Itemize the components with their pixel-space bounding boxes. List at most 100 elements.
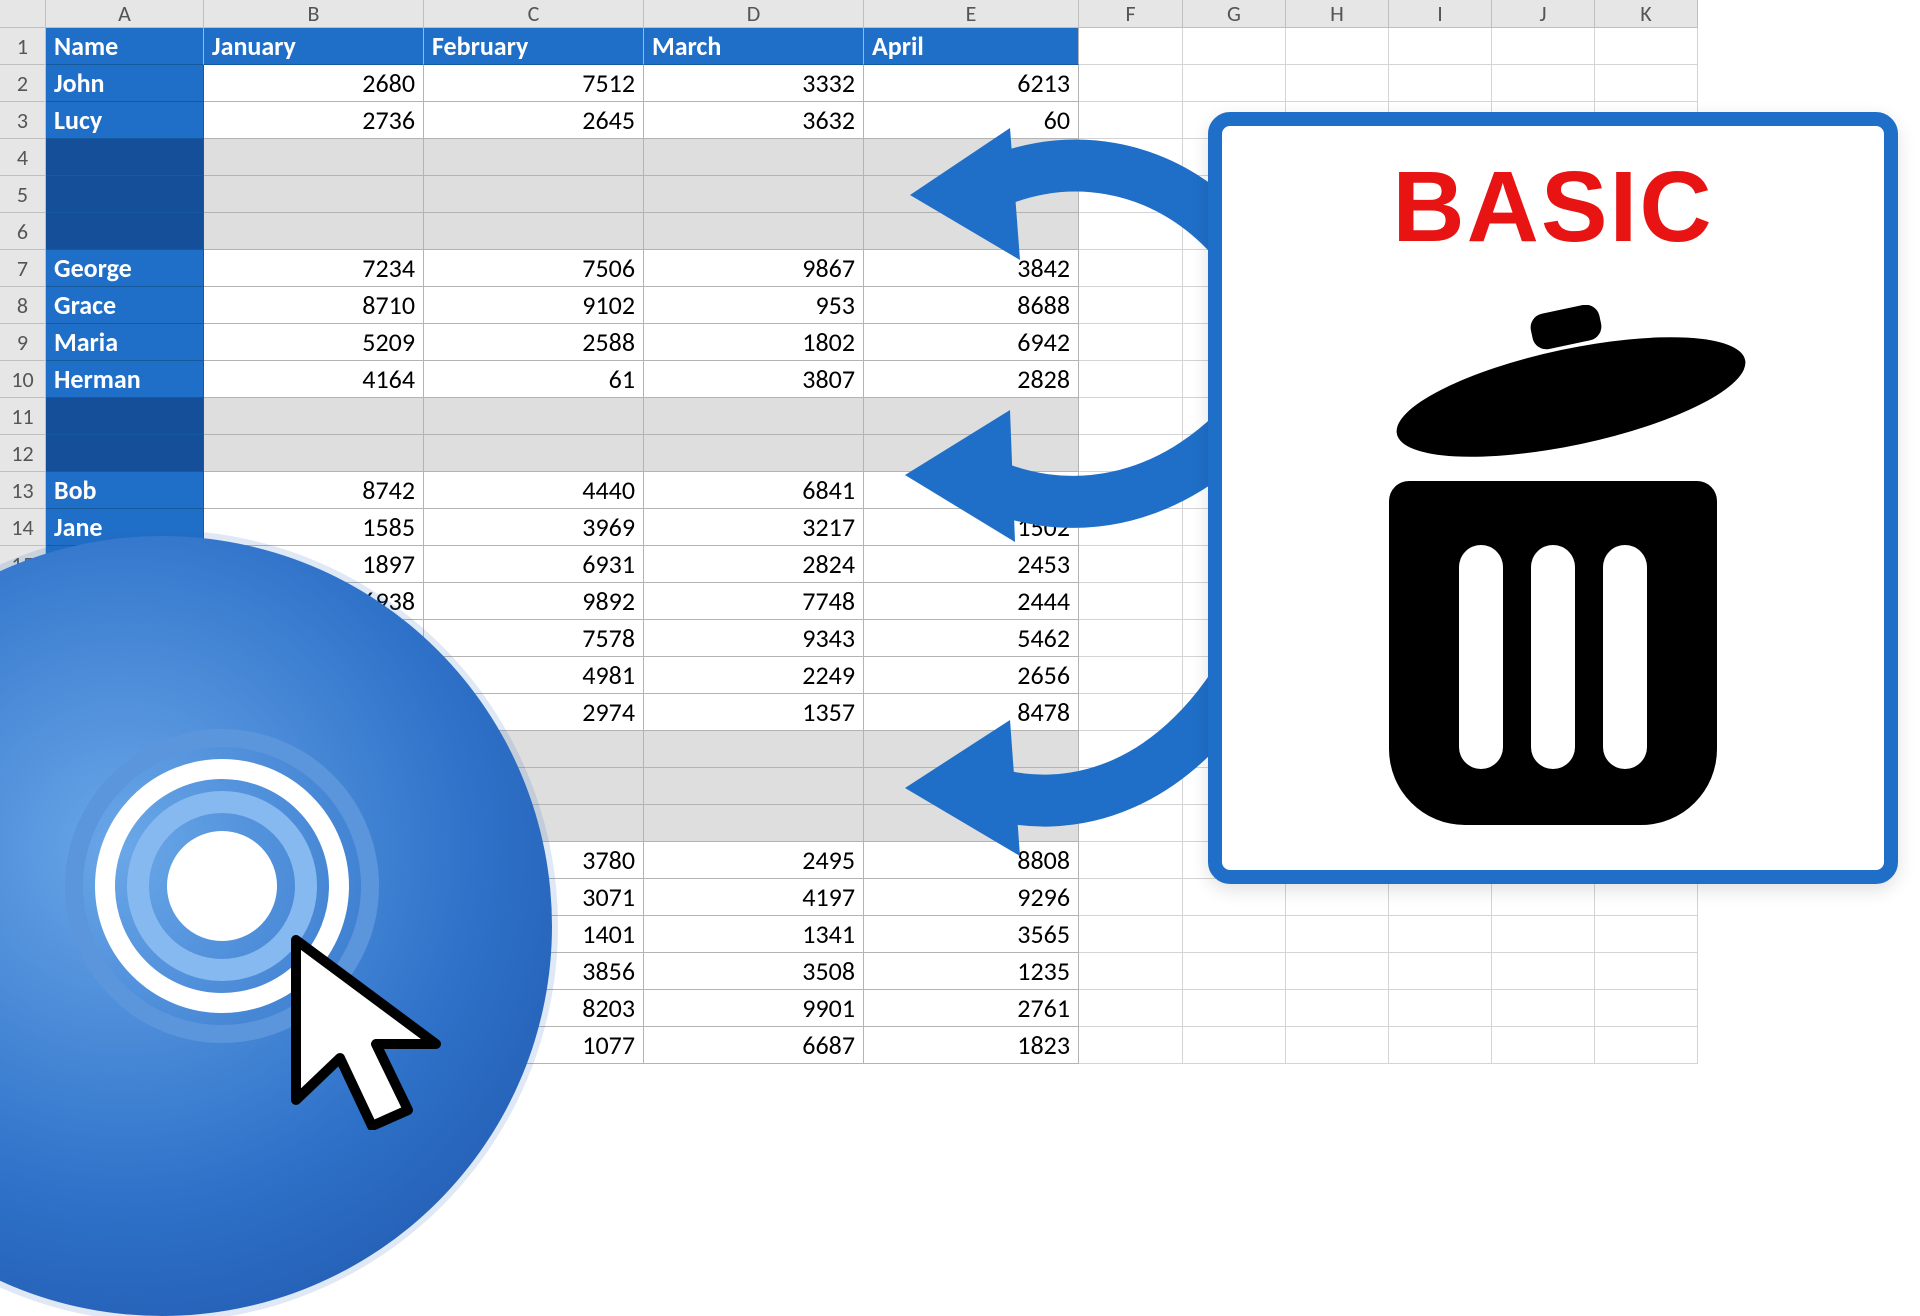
data-cell[interactable]: 1502	[864, 509, 1079, 546]
column-header-J[interactable]: J	[1492, 0, 1595, 28]
empty-cell[interactable]	[424, 176, 644, 213]
empty-grid-cell[interactable]	[1595, 1027, 1698, 1064]
data-cell[interactable]: 9102	[424, 287, 644, 324]
empty-grid-cell[interactable]	[1286, 1027, 1389, 1064]
data-cell[interactable]: 6931	[424, 546, 644, 583]
data-cell[interactable]: 2824	[644, 546, 864, 583]
data-cell[interactable]: 6942	[864, 324, 1079, 361]
data-cell[interactable]: 2680	[204, 65, 424, 102]
empty-grid-cell[interactable]	[1079, 916, 1183, 953]
empty-grid-cell[interactable]	[1183, 1027, 1286, 1064]
data-cell[interactable]: 1802	[644, 324, 864, 361]
data-cell[interactable]: 2761	[864, 990, 1079, 1027]
data-cell[interactable]: 3632	[644, 102, 864, 139]
column-header-D[interactable]: D	[644, 0, 864, 28]
empty-grid-cell[interactable]	[1079, 805, 1183, 842]
empty-grid-cell[interactable]	[1286, 953, 1389, 990]
empty-grid-cell[interactable]	[1286, 28, 1389, 65]
empty-grid-cell[interactable]	[1079, 472, 1183, 509]
empty-cell[interactable]	[204, 398, 424, 435]
data-cell[interactable]: 8808	[864, 842, 1079, 879]
column-header-G[interactable]: G	[1183, 0, 1286, 28]
header-cell[interactable]: April	[864, 28, 1079, 65]
empty-grid-cell[interactable]	[1079, 65, 1183, 102]
empty-grid-cell[interactable]	[1079, 250, 1183, 287]
name-cell[interactable]: Lucy	[46, 102, 204, 139]
empty-grid-cell[interactable]	[1389, 1027, 1492, 1064]
empty-cell[interactable]	[644, 213, 864, 250]
data-cell[interactable]: 2736	[204, 102, 424, 139]
data-cell[interactable]: 8688	[864, 287, 1079, 324]
data-cell[interactable]: 7506	[424, 250, 644, 287]
empty-cell[interactable]	[424, 213, 644, 250]
data-cell[interactable]: 9892	[424, 583, 644, 620]
empty-cell[interactable]	[864, 213, 1079, 250]
data-cell[interactable]: 2656	[864, 657, 1079, 694]
empty-grid-cell[interactable]	[1286, 65, 1389, 102]
empty-grid-cell[interactable]	[1079, 435, 1183, 472]
data-cell[interactable]: 2588	[424, 324, 644, 361]
empty-grid-cell[interactable]	[1079, 990, 1183, 1027]
empty-grid-cell[interactable]	[1492, 879, 1595, 916]
empty-cell[interactable]	[204, 176, 424, 213]
empty-cell[interactable]	[204, 435, 424, 472]
empty-grid-cell[interactable]	[1389, 879, 1492, 916]
empty-grid-cell[interactable]	[1079, 620, 1183, 657]
data-cell[interactable]: 4164	[204, 361, 424, 398]
empty-cell[interactable]	[424, 139, 644, 176]
data-cell[interactable]: 3508	[644, 953, 864, 990]
empty-grid-cell[interactable]	[1079, 546, 1183, 583]
data-cell[interactable]: 1235	[864, 953, 1079, 990]
empty-grid-cell[interactable]	[1595, 990, 1698, 1027]
column-header-E[interactable]: E	[864, 0, 1079, 28]
data-cell[interactable]: 2645	[424, 102, 644, 139]
empty-grid-cell[interactable]	[1492, 916, 1595, 953]
empty-cell[interactable]	[644, 176, 864, 213]
data-cell[interactable]: 2495	[644, 842, 864, 879]
data-cell[interactable]: 1149	[864, 472, 1079, 509]
data-cell[interactable]: 3842	[864, 250, 1079, 287]
data-cell[interactable]: 5209	[204, 324, 424, 361]
data-cell[interactable]: 2249	[644, 657, 864, 694]
header-cell[interactable]: January	[204, 28, 424, 65]
data-cell[interactable]: 9901	[644, 990, 864, 1027]
name-cell[interactable]	[46, 176, 204, 213]
empty-grid-cell[interactable]	[1595, 65, 1698, 102]
empty-grid-cell[interactable]	[1079, 953, 1183, 990]
data-cell[interactable]: 8478	[864, 694, 1079, 731]
row-header[interactable]: 2	[0, 65, 46, 102]
empty-grid-cell[interactable]	[1492, 65, 1595, 102]
row-header[interactable]: 8	[0, 287, 46, 324]
data-cell[interactable]: 3332	[644, 65, 864, 102]
data-cell[interactable]: 1585	[204, 509, 424, 546]
header-cell[interactable]: March	[644, 28, 864, 65]
data-cell[interactable]: 3969	[424, 509, 644, 546]
column-header-H[interactable]: H	[1286, 0, 1389, 28]
name-cell[interactable]	[46, 398, 204, 435]
column-header-I[interactable]: I	[1389, 0, 1492, 28]
empty-cell[interactable]	[204, 139, 424, 176]
empty-grid-cell[interactable]	[1079, 509, 1183, 546]
row-header[interactable]: 1	[0, 28, 46, 65]
data-cell[interactable]: 3807	[644, 361, 864, 398]
empty-grid-cell[interactable]	[1183, 879, 1286, 916]
data-cell[interactable]: 4197	[644, 879, 864, 916]
empty-grid-cell[interactable]	[1079, 213, 1183, 250]
empty-grid-cell[interactable]	[1492, 1027, 1595, 1064]
empty-grid-cell[interactable]	[1079, 768, 1183, 805]
empty-grid-cell[interactable]	[1286, 916, 1389, 953]
empty-cell[interactable]	[644, 398, 864, 435]
data-cell[interactable]: 8742	[204, 472, 424, 509]
empty-grid-cell[interactable]	[1079, 287, 1183, 324]
empty-grid-cell[interactable]	[1183, 990, 1286, 1027]
empty-grid-cell[interactable]	[1595, 28, 1698, 65]
row-header[interactable]: 10	[0, 361, 46, 398]
empty-grid-cell[interactable]	[1595, 916, 1698, 953]
empty-grid-cell[interactable]	[1389, 990, 1492, 1027]
column-header-F[interactable]: F	[1079, 0, 1183, 28]
data-cell[interactable]: 1823	[864, 1027, 1079, 1064]
empty-grid-cell[interactable]	[1492, 953, 1595, 990]
name-cell[interactable]: Grace	[46, 287, 204, 324]
empty-grid-cell[interactable]	[1079, 28, 1183, 65]
empty-grid-cell[interactable]	[1492, 28, 1595, 65]
